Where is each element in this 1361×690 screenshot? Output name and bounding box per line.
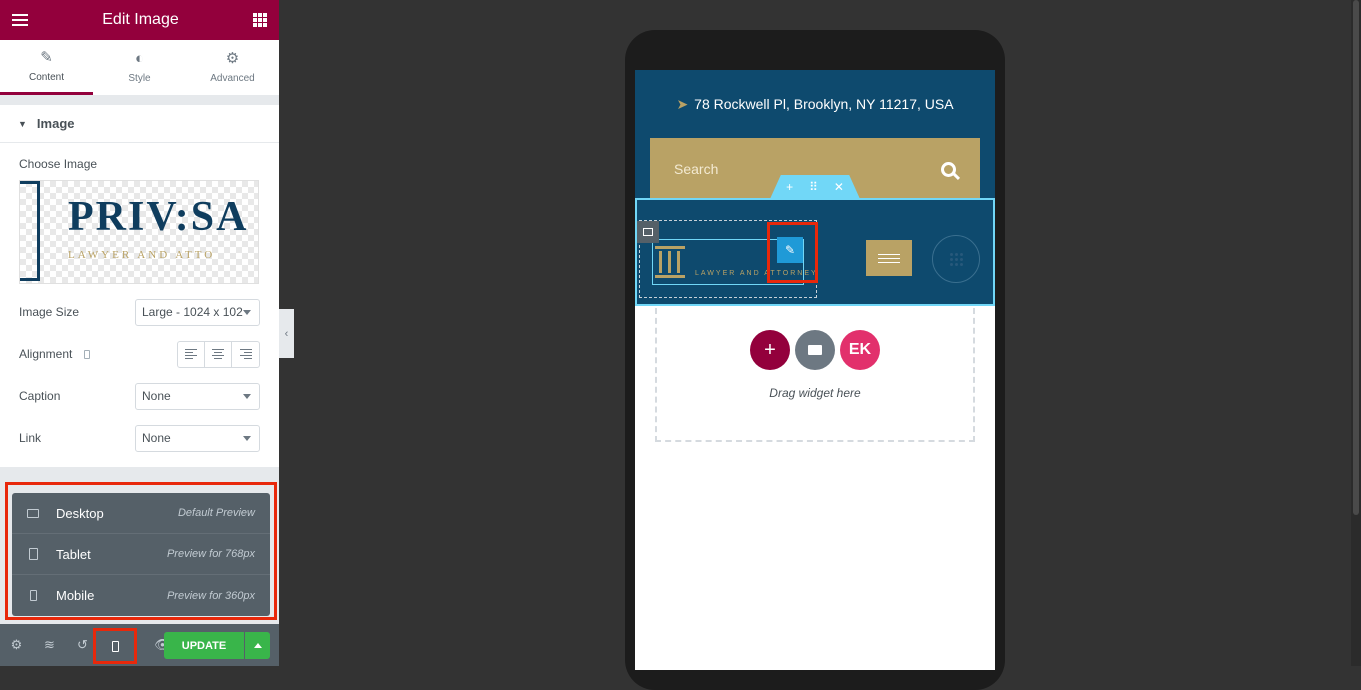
responsive-mobile[interactable]: Mobile Preview for 360px bbox=[12, 575, 270, 616]
add-template-button[interactable] bbox=[795, 330, 835, 370]
image-size-row: Image Size Large - 1024 x 102 bbox=[19, 298, 260, 326]
drag-handle-icon[interactable]: ⠿ bbox=[809, 180, 818, 194]
collapse-panel-button[interactable]: ‹ bbox=[279, 309, 294, 358]
update-button[interactable]: UPDATE bbox=[164, 632, 244, 659]
link-select[interactable]: None bbox=[135, 424, 260, 452]
choose-image-label: Choose Image bbox=[19, 157, 98, 171]
tab-content-label: Content bbox=[28, 71, 65, 83]
alignment-buttons bbox=[177, 340, 260, 368]
image-size-value: Large - 1024 x 102 bbox=[142, 305, 243, 319]
responsive-tablet-label: Tablet bbox=[56, 546, 91, 562]
chevron-left-icon: ‹ bbox=[284, 327, 289, 340]
tab-advanced-label: Advanced bbox=[210, 73, 255, 84]
scrollbar-thumb[interactable] bbox=[1353, 0, 1359, 515]
responsive-tablet[interactable]: Tablet Preview for 768px bbox=[12, 534, 270, 575]
tab-style-label: Style bbox=[128, 73, 151, 84]
image-chooser[interactable]: PRIV:SA LAWYER AND ATTO bbox=[19, 180, 259, 284]
elementskit-icon: EK bbox=[848, 341, 872, 358]
tab-content[interactable]: ✎ Content bbox=[0, 40, 93, 95]
tab-style[interactable]: ◐ Style bbox=[93, 40, 186, 95]
delete-section-icon[interactable]: ✕ bbox=[834, 180, 844, 194]
align-left-icon[interactable] bbox=[178, 341, 205, 367]
dropdown-arrow-icon bbox=[243, 435, 251, 441]
responsive-mode-button[interactable] bbox=[93, 628, 137, 664]
settings-gear-icon[interactable]: ⚙ bbox=[0, 624, 33, 666]
mobile-device-icon[interactable] bbox=[83, 350, 90, 360]
pencil-icon: ✎ bbox=[40, 48, 53, 66]
responsive-desktop[interactable]: Desktop Default Preview bbox=[12, 493, 270, 534]
update-options-button[interactable] bbox=[245, 632, 270, 659]
drop-zone[interactable]: + EK Drag widget here bbox=[655, 308, 975, 442]
image-size-label: Image Size bbox=[19, 305, 80, 319]
responsive-mobile-label: Mobile bbox=[56, 588, 95, 603]
preview-logo-main: PRIV:SA bbox=[68, 194, 249, 240]
link-label: Link bbox=[19, 431, 42, 445]
preview-screen: ➤ 78 Rockwell Pl, Brooklyn, NY 11217, USA… bbox=[635, 70, 995, 670]
responsive-mode-menu: Desktop Default Preview Tablet Preview f… bbox=[12, 493, 270, 616]
caption-row: Caption None bbox=[19, 382, 260, 410]
pillar-icon bbox=[655, 246, 685, 278]
widgets-grid-icon[interactable] bbox=[252, 13, 267, 27]
dots-grid-icon bbox=[949, 252, 963, 266]
dropdown-arrow-icon bbox=[243, 393, 251, 399]
responsive-menu-highlight: Desktop Default Preview Tablet Preview f… bbox=[5, 482, 277, 620]
update-button-group: UPDATE bbox=[164, 632, 270, 659]
plus-icon: + bbox=[764, 338, 776, 361]
paper-plane-icon: ➤ bbox=[676, 96, 689, 112]
elementskit-button[interactable]: EK bbox=[840, 330, 880, 370]
image-size-select[interactable]: Large - 1024 x 102 bbox=[135, 298, 260, 326]
panel-title: Edit Image bbox=[102, 11, 179, 28]
image-controls: Choose Image PRIV:SA LAWYER AND ATTO Ima… bbox=[0, 143, 279, 467]
edit-button-highlight bbox=[767, 222, 818, 283]
section-image-toggle[interactable]: ▼ Image bbox=[0, 105, 279, 143]
caption-label: Caption bbox=[19, 389, 61, 403]
column-icon bbox=[643, 228, 653, 236]
header-section[interactable]: LAWYER AND ATTORNEY ✎ bbox=[635, 198, 995, 306]
link-value: None bbox=[142, 431, 171, 445]
address-text: ➤ 78 Rockwell Pl, Brooklyn, NY 11217, USA bbox=[676, 96, 954, 112]
menu-toggle-button[interactable] bbox=[866, 240, 912, 276]
section-handle[interactable]: + ⠿ ✕ bbox=[770, 175, 860, 199]
caret-down-icon: ▼ bbox=[18, 118, 27, 129]
alignment-label: Alignment bbox=[19, 347, 90, 361]
responsive-tablet-desc: Preview for 768px bbox=[166, 548, 255, 560]
responsive-desktop-desc: Default Preview bbox=[177, 507, 255, 519]
responsive-desktop-label: Desktop bbox=[56, 505, 104, 521]
caption-value: None bbox=[142, 389, 171, 403]
gear-icon: ⚙ bbox=[225, 50, 240, 67]
dropdown-arrow-icon bbox=[243, 309, 251, 315]
preview-logo-sub: LAWYER AND ATTO bbox=[68, 249, 216, 261]
desktop-icon bbox=[27, 508, 39, 518]
panel-header: Edit Image bbox=[0, 0, 279, 40]
align-right-icon[interactable] bbox=[232, 342, 259, 367]
dots-grid-button[interactable] bbox=[932, 235, 980, 283]
panel-tabs: ✎ Content ◐ Style ⚙ Advanced bbox=[0, 40, 279, 95]
add-section-icon[interactable]: + bbox=[786, 180, 793, 194]
logo-bracket bbox=[20, 181, 40, 281]
mobile-icon bbox=[111, 640, 119, 652]
caret-up-icon bbox=[253, 643, 262, 648]
half-circle-icon: ◐ bbox=[134, 50, 145, 67]
hamburger-menu-icon[interactable] bbox=[12, 14, 28, 26]
navigator-layers-icon[interactable]: ≋ bbox=[33, 624, 66, 666]
drag-widget-text: Drag widget here bbox=[769, 386, 861, 400]
section-title: Image bbox=[36, 116, 75, 131]
caption-select[interactable]: None bbox=[135, 382, 260, 410]
alignment-row: Alignment bbox=[19, 340, 260, 368]
responsive-mobile-desc: Preview for 360px bbox=[166, 589, 255, 602]
align-center-icon[interactable] bbox=[205, 341, 232, 367]
tablet-icon bbox=[28, 548, 38, 560]
folder-icon bbox=[808, 345, 822, 355]
link-row: Link None bbox=[19, 424, 260, 452]
add-new-section-button[interactable]: + bbox=[750, 330, 790, 370]
tab-advanced[interactable]: ⚙ Advanced bbox=[186, 40, 279, 95]
mobile-icon bbox=[29, 590, 37, 601]
column-handle[interactable] bbox=[637, 221, 659, 243]
search-placeholder: Search bbox=[674, 161, 719, 177]
search-icon[interactable] bbox=[941, 161, 956, 177]
